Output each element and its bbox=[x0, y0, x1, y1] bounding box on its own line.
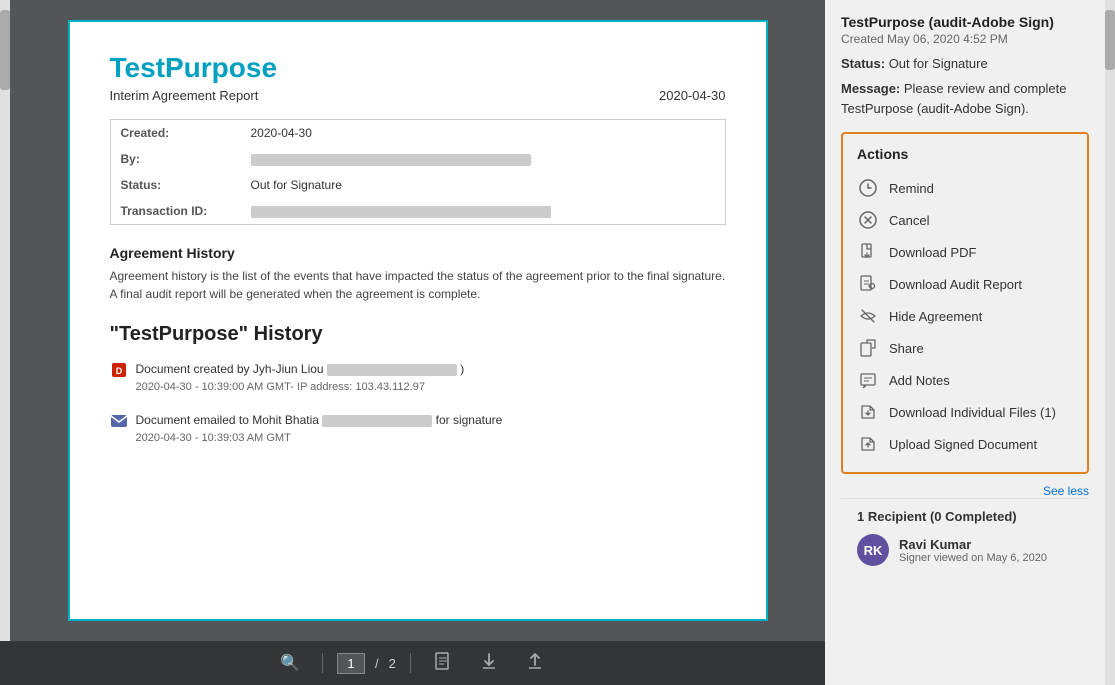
cancel-label: Cancel bbox=[889, 213, 929, 228]
upload-icon bbox=[525, 651, 545, 676]
page-separator: / bbox=[375, 656, 379, 671]
history-emailed-icon bbox=[110, 412, 128, 430]
toolbar-divider-1 bbox=[322, 653, 323, 673]
left-scrollbar[interactable] bbox=[0, 0, 10, 641]
recipient-section: 1 Recipient (0 Completed) RK Ravi Kumar … bbox=[841, 498, 1089, 576]
search-button[interactable]: 🔍 bbox=[272, 649, 308, 677]
share-label: Share bbox=[889, 341, 924, 356]
right-panel: TestPurpose (audit-Adobe Sign) Created M… bbox=[825, 0, 1105, 685]
recipient-info: Ravi Kumar Signer viewed on May 6, 2020 bbox=[899, 537, 1047, 564]
document-panel: TestPurpose Interim Agreement Report 202… bbox=[0, 0, 825, 685]
download-individual-label: Download Individual Files (1) bbox=[889, 405, 1056, 420]
status-label: Status: bbox=[841, 56, 885, 71]
agreement-created: Created May 06, 2020 4:52 PM bbox=[841, 32, 1089, 46]
download-button[interactable] bbox=[471, 647, 507, 680]
action-download-pdf[interactable]: Download PDF bbox=[857, 236, 1073, 268]
by-label: By: bbox=[111, 146, 241, 172]
history-item-1-text: Document emailed to Mohit Bhatia bbox=[136, 413, 323, 427]
upload-signed-label: Upload Signed Document bbox=[889, 437, 1037, 452]
file-view-button[interactable] bbox=[425, 647, 461, 680]
download-audit-label: Download Audit Report bbox=[889, 277, 1022, 292]
action-remind[interactable]: Remind bbox=[857, 172, 1073, 204]
status-label: Status: bbox=[111, 172, 241, 198]
action-cancel[interactable]: Cancel bbox=[857, 204, 1073, 236]
recipient-initials: RK bbox=[864, 543, 883, 558]
page-input[interactable] bbox=[337, 653, 365, 674]
history-created-icon: D bbox=[110, 361, 128, 379]
history-item-0-timestamp: 2020-04-30 - 10:39:00 AM GMT- IP address… bbox=[136, 379, 465, 397]
message-label: Message: bbox=[841, 81, 900, 96]
action-share[interactable]: Share bbox=[857, 332, 1073, 364]
actions-box: Actions Remind Cancel Download bbox=[841, 132, 1089, 474]
created-label: Created: bbox=[111, 120, 241, 146]
download-pdf-icon bbox=[857, 241, 879, 263]
document-info-table: Created: 2020-04-30 By: Status: Out for … bbox=[110, 119, 726, 225]
download-audit-icon bbox=[857, 273, 879, 295]
download-individual-icon bbox=[857, 401, 879, 423]
action-hide-agreement[interactable]: Hide Agreement bbox=[857, 300, 1073, 332]
transaction-label: Transaction ID: bbox=[111, 198, 241, 224]
upload-button[interactable] bbox=[517, 647, 553, 680]
recipient-name: Ravi Kumar bbox=[899, 537, 1047, 552]
recipient-count: 1 Recipient (0 Completed) bbox=[857, 509, 1073, 524]
remind-icon bbox=[857, 177, 879, 199]
action-upload-signed[interactable]: Upload Signed Document bbox=[857, 428, 1073, 460]
svg-text:D: D bbox=[115, 366, 122, 376]
download-icon bbox=[479, 651, 499, 676]
status-value: Out for Signature bbox=[241, 172, 725, 198]
cancel-icon bbox=[857, 209, 879, 231]
history-item-1-timestamp: 2020-04-30 - 10:39:03 AM GMT bbox=[136, 430, 503, 448]
remind-label: Remind bbox=[889, 181, 934, 196]
add-notes-label: Add Notes bbox=[889, 373, 950, 388]
upload-signed-icon bbox=[857, 433, 879, 455]
toolbar-divider-2 bbox=[410, 653, 411, 673]
page-total: 2 bbox=[389, 656, 396, 671]
file-view-icon bbox=[433, 651, 453, 676]
document-toolbar: 🔍 / 2 bbox=[0, 641, 825, 685]
see-less-link[interactable]: See less bbox=[841, 484, 1089, 498]
transaction-value bbox=[241, 198, 725, 224]
actions-title: Actions bbox=[857, 146, 1073, 162]
hide-agreement-icon bbox=[857, 305, 879, 327]
agreement-history-text: Agreement history is the list of the eve… bbox=[110, 267, 726, 303]
document-date: 2020-04-30 bbox=[659, 88, 726, 103]
action-add-notes[interactable]: Add Notes bbox=[857, 364, 1073, 396]
add-notes-icon bbox=[857, 369, 879, 391]
status-value: Out for Signature bbox=[889, 56, 988, 71]
share-icon bbox=[857, 337, 879, 359]
hide-agreement-label: Hide Agreement bbox=[889, 309, 982, 324]
message-row: Message: Please review and complete Test… bbox=[841, 79, 1089, 118]
right-panel-container: TestPurpose (audit-Adobe Sign) Created M… bbox=[825, 0, 1115, 685]
history-item-1: Document emailed to Mohit Bhatia for sig… bbox=[110, 411, 726, 448]
history-heading: "TestPurpose" History bbox=[110, 323, 726, 346]
agreement-title: TestPurpose (audit-Adobe Sign) bbox=[841, 14, 1089, 30]
by-value bbox=[241, 146, 725, 172]
action-download-audit[interactable]: Download Audit Report bbox=[857, 268, 1073, 300]
document-page: TestPurpose Interim Agreement Report 202… bbox=[68, 20, 768, 621]
recipient-viewed: Signer viewed on May 6, 2020 bbox=[899, 552, 1047, 564]
document-subtitle: Interim Agreement Report bbox=[110, 88, 259, 103]
right-scrollbar[interactable] bbox=[1105, 0, 1115, 685]
history-item-0-text: Document created by Jyh-Jiun Liou bbox=[136, 362, 327, 376]
status-row: Status: Out for Signature bbox=[841, 56, 1089, 71]
recipient-item: RK Ravi Kumar Signer viewed on May 6, 20… bbox=[857, 534, 1073, 566]
agreement-history-title: Agreement History bbox=[110, 245, 726, 261]
created-value: 2020-04-30 bbox=[241, 120, 725, 146]
recipient-avatar: RK bbox=[857, 534, 889, 566]
document-scroll-area[interactable]: TestPurpose Interim Agreement Report 202… bbox=[10, 0, 825, 641]
document-title: TestPurpose bbox=[110, 52, 726, 84]
history-item-0: D Document created by Jyh-Jiun Liou ) 20… bbox=[110, 360, 726, 397]
search-icon: 🔍 bbox=[280, 653, 300, 673]
action-download-individual[interactable]: Download Individual Files (1) bbox=[857, 396, 1073, 428]
download-pdf-label: Download PDF bbox=[889, 245, 976, 260]
